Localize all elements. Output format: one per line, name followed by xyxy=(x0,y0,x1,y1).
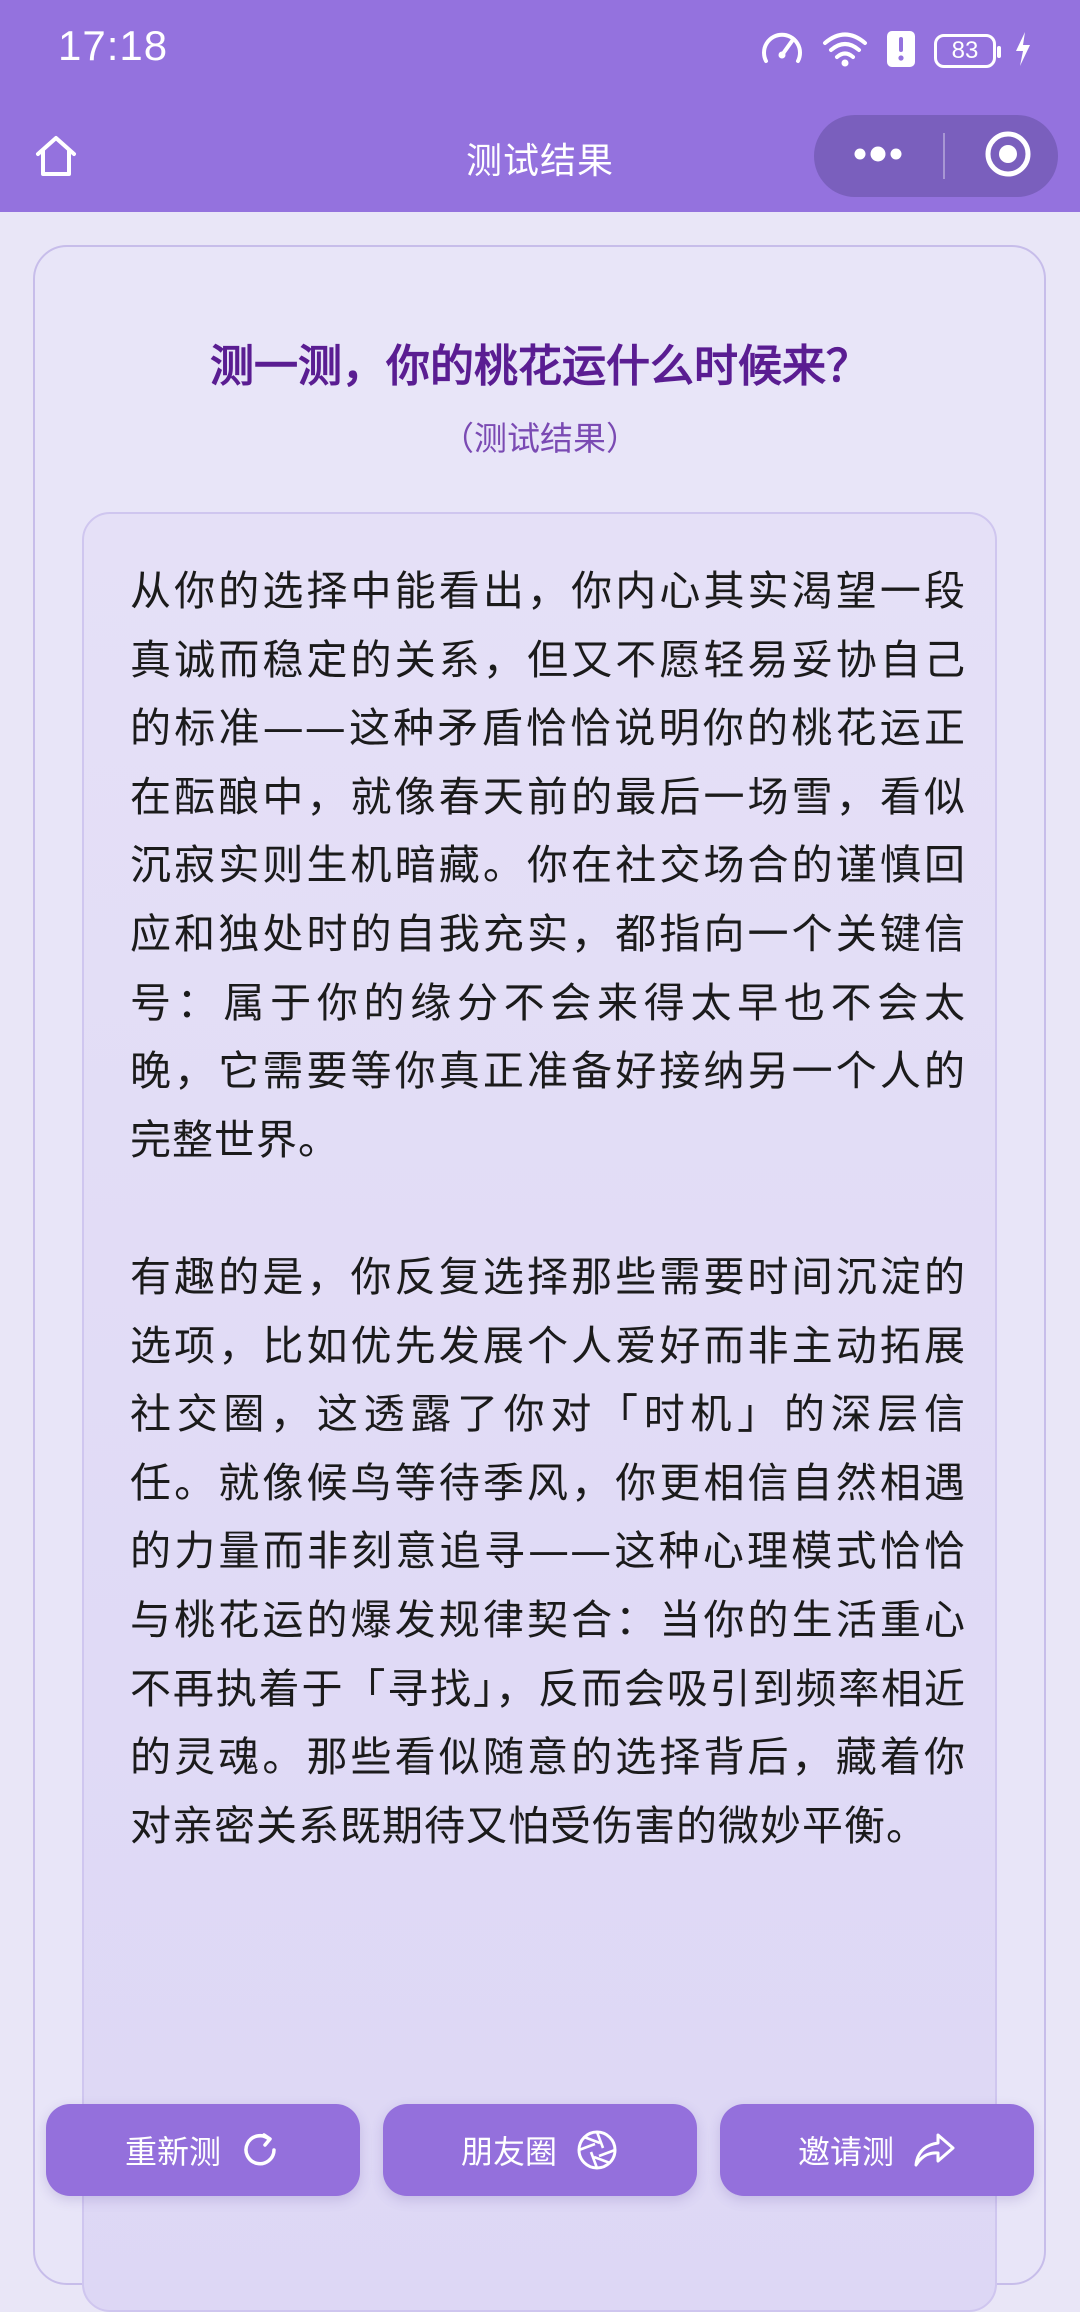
result-paragraph: 有趣的是，你反复选择那些需要时间沉淀的选项，比如优先发展个人爱好而非主动拓展社交… xyxy=(130,1252,966,1850)
record-circle-icon[interactable] xyxy=(984,130,1032,182)
status-time: 17:18 xyxy=(58,22,169,69)
mini-program-capsule xyxy=(814,115,1058,197)
capsule-divider xyxy=(943,133,945,179)
top-bar: 17:18 83 测试结果 xyxy=(0,0,1080,212)
aperture-icon xyxy=(575,2128,619,2172)
card-title: 测一测，你的桃花运什么时候来？ xyxy=(210,341,870,392)
alert-icon xyxy=(886,30,916,72)
result-text: 从你的选择中能看出，你内心其实渴望一段真诚而稳定的关系，但又不愿轻易妥协自己的标… xyxy=(130,557,966,1929)
battery-icon: 83 xyxy=(934,34,1001,68)
battery-level: 83 xyxy=(951,37,979,64)
bottom-action-bar: 重新测 朋友圈 邀请测 xyxy=(0,2104,1080,2196)
retest-button[interactable]: 重新测 xyxy=(46,2104,360,2196)
invite-label: 邀请测 xyxy=(797,2133,894,2171)
retest-label: 重新测 xyxy=(124,2133,221,2171)
moments-label: 朋友圈 xyxy=(460,2133,557,2171)
wifi-icon xyxy=(822,30,868,72)
status-icons: 83 xyxy=(760,26,1032,76)
invite-button[interactable]: 邀请测 xyxy=(720,2104,1034,2196)
more-dots-icon[interactable] xyxy=(852,146,904,166)
result-paragraph: 从你的选择中能看出，你内心其实渴望一段真诚而稳定的关系，但又不愿轻易妥协自己的标… xyxy=(130,567,966,1164)
moments-button[interactable]: 朋友圈 xyxy=(383,2104,697,2196)
charging-icon xyxy=(1014,31,1032,71)
card-subtitle: （测试结果） xyxy=(441,419,639,458)
share-arrow-icon xyxy=(912,2130,956,2170)
refresh-icon xyxy=(239,2129,281,2171)
speedometer-icon xyxy=(760,29,804,73)
